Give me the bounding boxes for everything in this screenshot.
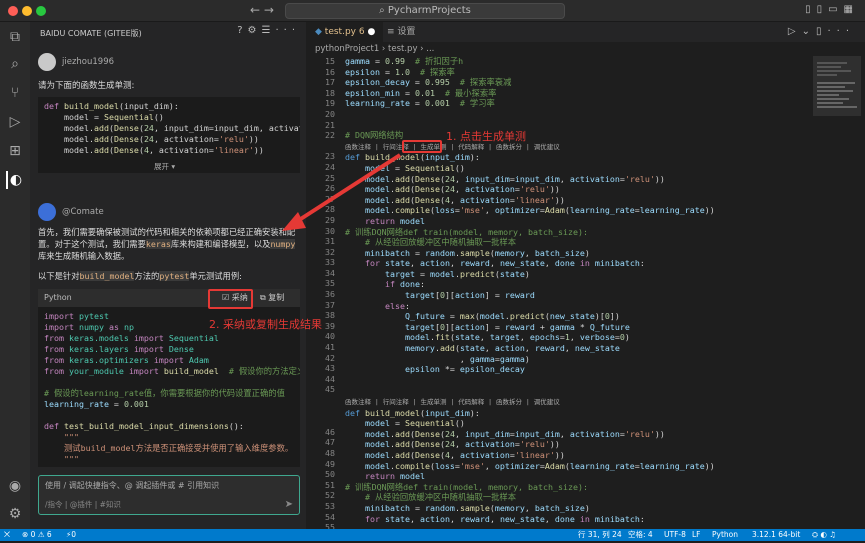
language-mode[interactable]: Python	[712, 529, 738, 541]
cursor-position[interactable]: 行 31, 列 24	[578, 529, 622, 541]
ports-indicator[interactable]: ⚡0	[66, 529, 76, 541]
remote-icon[interactable]: ⨉	[4, 529, 10, 541]
status-bar: ⨉ ⊗ 0 ⚠ 6 ⚡0 行 31, 列 24 空格: 4 UTF-8 LF P…	[0, 529, 865, 541]
interpreter[interactable]: 3.12.1 64-bit	[752, 529, 800, 541]
problems-indicator[interactable]: ⊗ 0 ⚠ 6	[22, 529, 52, 541]
status-right-icons[interactable]: ⛭ ◐ ♫	[812, 529, 836, 541]
indentation[interactable]: 空格: 4	[628, 529, 653, 541]
annotation-arrow	[282, 153, 402, 231]
eol[interactable]: LF	[692, 529, 701, 541]
encoding[interactable]: UTF-8	[664, 529, 686, 541]
